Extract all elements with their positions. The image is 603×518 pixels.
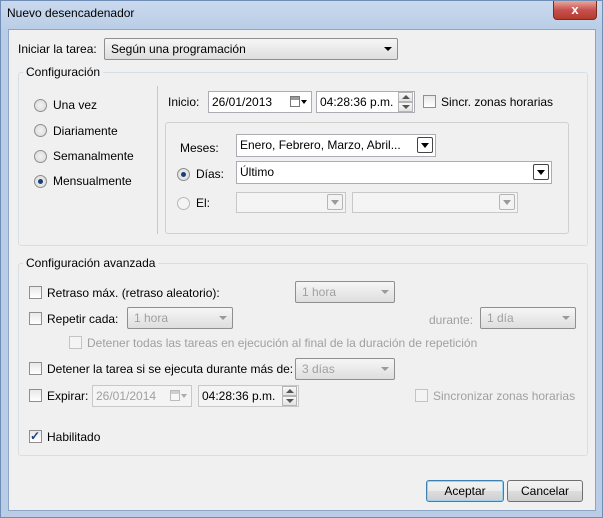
- close-icon: x: [571, 2, 579, 17]
- expire-date-picker[interactable]: 26/01/2014: [92, 385, 192, 407]
- time-spinner[interactable]: [398, 92, 413, 112]
- delay-checkbox[interactable]: [29, 286, 42, 299]
- stop-if-label: Detener la tarea si se ejecuta durante m…: [47, 362, 294, 376]
- sync-timezones-checkbox[interactable]: [423, 95, 436, 108]
- start-task-value: Según una programación: [111, 42, 246, 56]
- spin-up-icon[interactable]: [282, 386, 297, 396]
- radio-days[interactable]: [177, 168, 190, 181]
- expire-sync-checkbox[interactable]: [415, 389, 428, 402]
- stop-if-select[interactable]: 3 días: [295, 358, 395, 380]
- checkmark-icon: ✓: [30, 429, 41, 443]
- months-label: Meses:: [180, 141, 219, 155]
- expire-checkbox[interactable]: [29, 389, 42, 402]
- expire-time-value: 04:28:36 p.m.: [202, 389, 276, 403]
- chevron-down-icon: [384, 47, 392, 51]
- calendar-icon[interactable]: [170, 389, 187, 403]
- start-time-field[interactable]: 04:28:36 p.m.: [316, 91, 415, 113]
- dialog-window: Nuevo desencadenador x Iniciar la tarea:…: [0, 0, 603, 518]
- accept-button[interactable]: Aceptar: [426, 480, 504, 502]
- on-week-select[interactable]: [236, 192, 346, 213]
- days-value: Último: [240, 165, 275, 179]
- chevron-down-icon: [381, 367, 389, 371]
- on-label: El:: [196, 196, 211, 210]
- sync-timezones-label: Sincr. zonas horarias: [441, 95, 554, 109]
- repeat-label: Repetir cada:: [47, 312, 119, 326]
- chevron-down-icon: [219, 316, 227, 320]
- enabled-label: Habilitado: [47, 430, 101, 444]
- delay-select[interactable]: 1 hora: [295, 281, 395, 303]
- dialog-client: Iniciar la tarea: Según una programación…: [8, 29, 596, 511]
- calendar-icon[interactable]: [290, 95, 307, 109]
- title-bar[interactable]: Nuevo desencadenador x: [1, 1, 602, 27]
- stop-if-value: 3 días: [302, 362, 335, 376]
- chevron-down-icon: [381, 290, 389, 294]
- duration-label: durante:: [429, 313, 474, 327]
- days-select[interactable]: Último: [236, 161, 552, 184]
- expire-date-value: 26/01/2014: [96, 389, 157, 403]
- delay-value: 1 hora: [302, 285, 337, 299]
- repeat-checkbox[interactable]: [29, 312, 42, 325]
- start-time-value: 04:28:36 p.m.: [320, 95, 394, 109]
- chevron-down-icon[interactable]: [417, 137, 433, 153]
- cancel-button[interactable]: Cancelar: [507, 480, 583, 502]
- stop-all-label: Detener todas las tareas en ejecución al…: [87, 336, 478, 350]
- time-spinner[interactable]: [282, 386, 297, 406]
- start-label: Inicio:: [168, 95, 200, 109]
- config-separator: [157, 86, 158, 234]
- enabled-checkbox[interactable]: ✓: [29, 429, 42, 443]
- stop-if-checkbox[interactable]: [29, 362, 42, 375]
- close-button[interactable]: x: [553, 1, 597, 20]
- expire-label: Expirar:: [47, 389, 89, 403]
- start-date-picker[interactable]: 26/01/2013: [208, 91, 312, 113]
- expire-time-field[interactable]: 04:28:36 p.m.: [198, 385, 299, 407]
- spin-up-icon[interactable]: [398, 92, 413, 102]
- radio-monthly[interactable]: [34, 175, 47, 188]
- radio-on[interactable]: [177, 197, 190, 210]
- stop-all-checkbox[interactable]: [69, 336, 82, 349]
- start-task-select[interactable]: Según una programación: [104, 38, 398, 60]
- chevron-down-icon[interactable]: [327, 194, 343, 210]
- start-date-value: 26/01/2013: [212, 95, 273, 109]
- radio-once[interactable]: [34, 99, 47, 112]
- months-value: Enero, Febrero, Marzo, Abril...: [240, 138, 401, 152]
- spin-down-icon[interactable]: [282, 396, 297, 406]
- repeat-value: 1 hora: [134, 311, 169, 325]
- on-day-select[interactable]: [352, 192, 518, 213]
- radio-daily[interactable]: [34, 124, 47, 137]
- delay-label: Retraso máx. (retraso aleatorio):: [47, 286, 220, 300]
- advanced-legend: Configuración avanzada: [23, 256, 159, 270]
- radio-monthly-label: Mensualmente: [53, 174, 132, 188]
- days-label: Días:: [196, 167, 225, 181]
- months-select[interactable]: Enero, Febrero, Marzo, Abril...: [236, 134, 436, 157]
- chevron-down-icon: [562, 316, 570, 320]
- config-legend: Configuración: [23, 65, 104, 79]
- chevron-down-icon[interactable]: [499, 194, 515, 210]
- duration-select[interactable]: 1 día: [480, 307, 576, 329]
- window-title: Nuevo desencadenador: [7, 6, 135, 20]
- radio-once-label: Una vez: [53, 98, 98, 112]
- radio-daily-label: Diariamente: [53, 124, 118, 138]
- start-task-label: Iniciar la tarea:: [18, 42, 97, 56]
- radio-weekly-label: Semanalmente: [53, 149, 134, 163]
- chevron-down-icon[interactable]: [533, 164, 549, 180]
- duration-value: 1 día: [487, 311, 514, 325]
- radio-weekly[interactable]: [34, 150, 47, 163]
- expire-sync-label: Sincronizar zonas horarias: [433, 389, 576, 403]
- repeat-select[interactable]: 1 hora: [127, 307, 233, 329]
- spin-down-icon[interactable]: [398, 102, 413, 112]
